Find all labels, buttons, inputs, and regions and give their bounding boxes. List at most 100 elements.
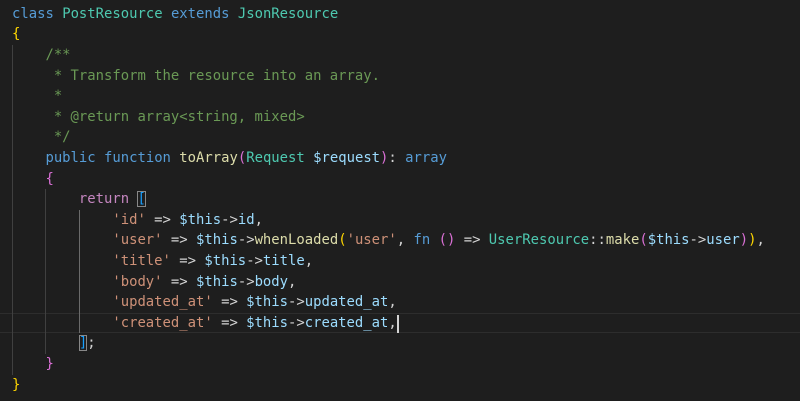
variable-token: $request	[313, 150, 381, 166]
text-token: ,	[388, 314, 397, 331]
string-token: 'body'	[112, 273, 163, 290]
text-token: ,	[288, 273, 297, 290]
bracket-token: ()	[438, 232, 456, 249]
text-token: ->	[288, 314, 305, 331]
comment-token: * Transform the resource into an array.	[12, 67, 380, 84]
variable-token: $this	[179, 211, 222, 228]
text-token: =>	[145, 211, 180, 228]
bracket-token: }	[12, 376, 21, 393]
variable-token: id	[237, 211, 255, 228]
keyword-token: function	[104, 150, 171, 166]
control-keyword-token: return	[78, 191, 130, 208]
code-line[interactable]: *	[12, 86, 62, 107]
variable-token: updated_at	[304, 294, 389, 311]
string-token: 'title'	[112, 253, 171, 269]
code-line[interactable]: ];	[12, 333, 96, 354]
keyword-token: class	[12, 5, 54, 22]
text-token: ::	[589, 232, 606, 249]
text-token: ->	[221, 211, 238, 228]
variable-token: user	[706, 232, 740, 249]
comment-token: */	[12, 129, 71, 146]
text-token: ,	[254, 211, 263, 228]
code-editor[interactable]: class PostResource extends JsonResource{…	[0, 0, 800, 401]
string-token: 'created_at'	[112, 314, 213, 331]
code-line[interactable]: class PostResource extends JsonResource	[12, 4, 338, 25]
text-token: :	[388, 150, 406, 166]
class-name-token: JsonResource	[237, 5, 339, 22]
code-line[interactable]: {	[12, 24, 20, 45]
class-name-token: PostResource	[62, 5, 163, 22]
text-token: ;	[87, 335, 96, 352]
text-token: =>	[170, 253, 205, 269]
code-line[interactable]: 'created_at' => $this->created_at,	[12, 313, 397, 334]
text-token: ,	[396, 232, 414, 249]
variable-token: title	[262, 253, 305, 269]
text-token: =>	[212, 314, 247, 331]
text-token: =>	[212, 294, 247, 311]
text-cursor	[396, 314, 399, 334]
code-line[interactable]: 'updated_at' => $this->updated_at,	[12, 292, 397, 313]
class-name-token: Request	[246, 150, 305, 166]
variable-token: created_at	[304, 314, 389, 331]
string-token: 'user'	[112, 232, 163, 249]
string-token: 'user'	[346, 232, 397, 249]
comment-token: *	[12, 88, 63, 105]
code-line[interactable]: {	[12, 169, 53, 190]
code-line[interactable]: /**	[12, 45, 71, 66]
keyword-token: array	[405, 150, 447, 166]
function-name-token: toArray	[179, 150, 238, 166]
string-token: 'updated_at'	[112, 294, 213, 311]
code-line[interactable]: 'body' => $this->body,	[12, 272, 296, 293]
text-token: ->	[237, 273, 255, 290]
code-line[interactable]: 'user' => $this->whenLoaded('user', fn (…	[12, 230, 765, 251]
bracket-token: (	[639, 232, 648, 249]
keyword-token: fn	[413, 232, 431, 249]
code-line[interactable]: 'id' => $this->id,	[12, 210, 263, 231]
code-line[interactable]: */	[12, 127, 71, 148]
code-line[interactable]: * @return array<string, mixed>	[12, 107, 305, 128]
function-name-token: make	[605, 232, 640, 249]
comment-token: /**	[12, 47, 71, 63]
code-line[interactable]: 'title' => $this->title,	[12, 251, 313, 272]
keyword-token: public	[45, 150, 96, 166]
bracket-token: {	[12, 26, 21, 43]
code-line[interactable]: }	[12, 354, 53, 375]
text-token: ->	[689, 232, 707, 249]
text-token: ->	[237, 232, 255, 249]
keyword-token: extends	[170, 5, 230, 22]
bracket-token: [	[137, 191, 146, 208]
code-line[interactable]: }	[12, 375, 20, 396]
text-token: =>	[455, 232, 489, 249]
text-token: =>	[162, 273, 196, 290]
code-line[interactable]: return [	[12, 189, 146, 210]
text-token: ,	[756, 232, 765, 249]
text-token: =>	[162, 232, 196, 249]
variable-token: $this	[647, 232, 690, 249]
variable-token: $this	[196, 273, 238, 290]
bracket-token: (	[338, 232, 347, 249]
comment-token: * @return array<string, mixed>	[12, 108, 305, 125]
variable-token: $this	[204, 253, 247, 269]
bracket-token: )	[739, 232, 749, 249]
string-token: 'id'	[112, 211, 146, 228]
class-name-token: UserResource	[488, 232, 590, 249]
code-line[interactable]: public function toArray(Request $request…	[12, 148, 447, 169]
text-token: ,	[388, 294, 397, 311]
code-line[interactable]: * Transform the resource into an array.	[12, 66, 380, 87]
